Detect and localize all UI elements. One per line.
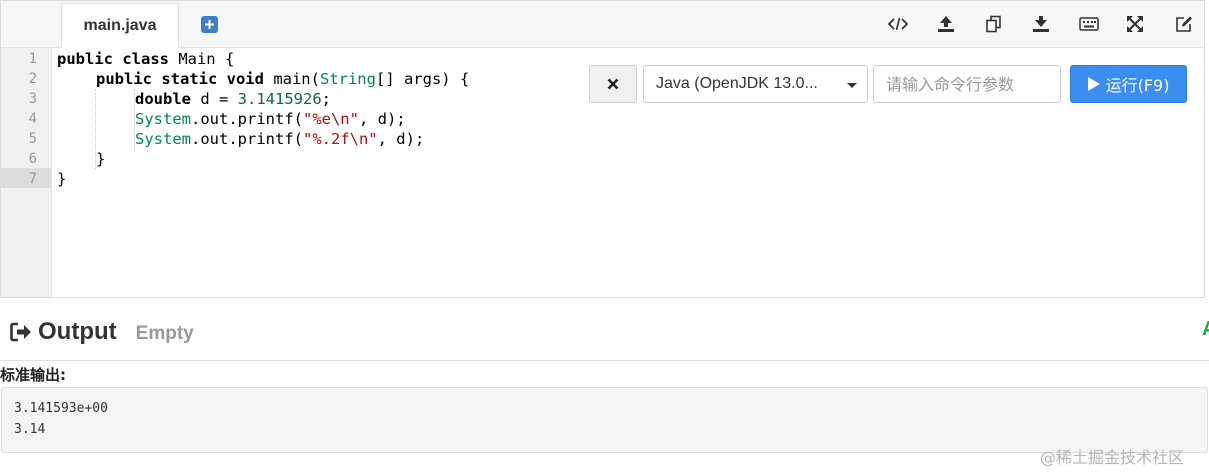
- run-button-label: 运行(F9): [1105, 76, 1170, 95]
- stdout-box: 3.141593e+00 3.14: [1, 387, 1208, 453]
- code-line-6: }: [96, 150, 106, 168]
- stdout-line: 3.141593e+00: [14, 401, 108, 416]
- output-header: Output Empty: [10, 316, 194, 348]
- upload-icon: [938, 16, 954, 32]
- command-line-args-input[interactable]: [873, 65, 1061, 103]
- close-icon: [607, 78, 619, 90]
- code-line-4: System.out.printf("%e\n", d);: [135, 110, 406, 128]
- add-file-button[interactable]: [201, 16, 218, 33]
- code-line-1: public class Main {: [57, 50, 235, 68]
- run-button[interactable]: 运行(F9): [1070, 65, 1187, 103]
- fullscreen-button[interactable]: [1124, 13, 1146, 35]
- edge-status-mark: A: [1202, 318, 1209, 341]
- code-line-3: double d = 3.1415926;: [135, 90, 332, 108]
- line-number: 7: [28, 171, 37, 187]
- play-icon: [1087, 77, 1100, 91]
- copy-button[interactable]: [983, 13, 1005, 35]
- download-icon: [1033, 16, 1049, 32]
- output-status: Empty: [135, 322, 194, 344]
- line-number: 1: [28, 51, 37, 67]
- code-line-5: System.out.printf("%.2f\n", d);: [135, 130, 425, 148]
- line-number: 5: [28, 131, 37, 147]
- watermark: @稀土掘金技术社区: [1040, 448, 1185, 467]
- keyboard-icon: [1079, 17, 1099, 31]
- online-compiler-page: main.java 1 2 3 4 5 6 7 public class Mai…: [0, 0, 1209, 472]
- line-number: 4: [28, 111, 37, 127]
- language-select[interactable]: Java (OpenJDK 13.0...: [643, 65, 868, 103]
- stdout-label: 标准输出:: [0, 366, 66, 384]
- code-line-7: }: [57, 170, 67, 188]
- line-number: 3: [28, 91, 37, 107]
- copy-icon: [986, 15, 1001, 33]
- code-view-button[interactable]: [887, 13, 909, 35]
- line-number-gutter: 1 2 3 4 5 6 7: [1, 48, 52, 297]
- plus-icon: [205, 20, 214, 29]
- code-editor-panel: main.java 1 2 3 4 5 6 7 public class Mai…: [0, 0, 1205, 298]
- tab-main-java[interactable]: main.java: [61, 3, 179, 48]
- edit-icon: [1176, 16, 1192, 32]
- code-icon: [888, 17, 908, 31]
- line-number: 6: [28, 151, 37, 167]
- code-line-2: public static void main(String[] args) {: [96, 70, 470, 88]
- clear-button[interactable]: [589, 65, 637, 103]
- stdout-line: 3.14: [14, 422, 46, 437]
- line-number: 2: [28, 71, 37, 87]
- section-divider: [0, 360, 1209, 361]
- sign-out-icon: [10, 322, 31, 342]
- language-select-value: Java (OpenJDK 13.0...: [656, 75, 818, 92]
- keyboard-button[interactable]: [1078, 13, 1100, 35]
- download-button[interactable]: [1030, 13, 1052, 35]
- editor-tab-bar: main.java: [1, 1, 1204, 48]
- chevron-down-icon: [847, 83, 857, 88]
- fullscreen-icon: [1127, 16, 1143, 32]
- edit-button[interactable]: [1173, 13, 1195, 35]
- upload-button[interactable]: [935, 13, 957, 35]
- output-title: Output: [38, 318, 117, 345]
